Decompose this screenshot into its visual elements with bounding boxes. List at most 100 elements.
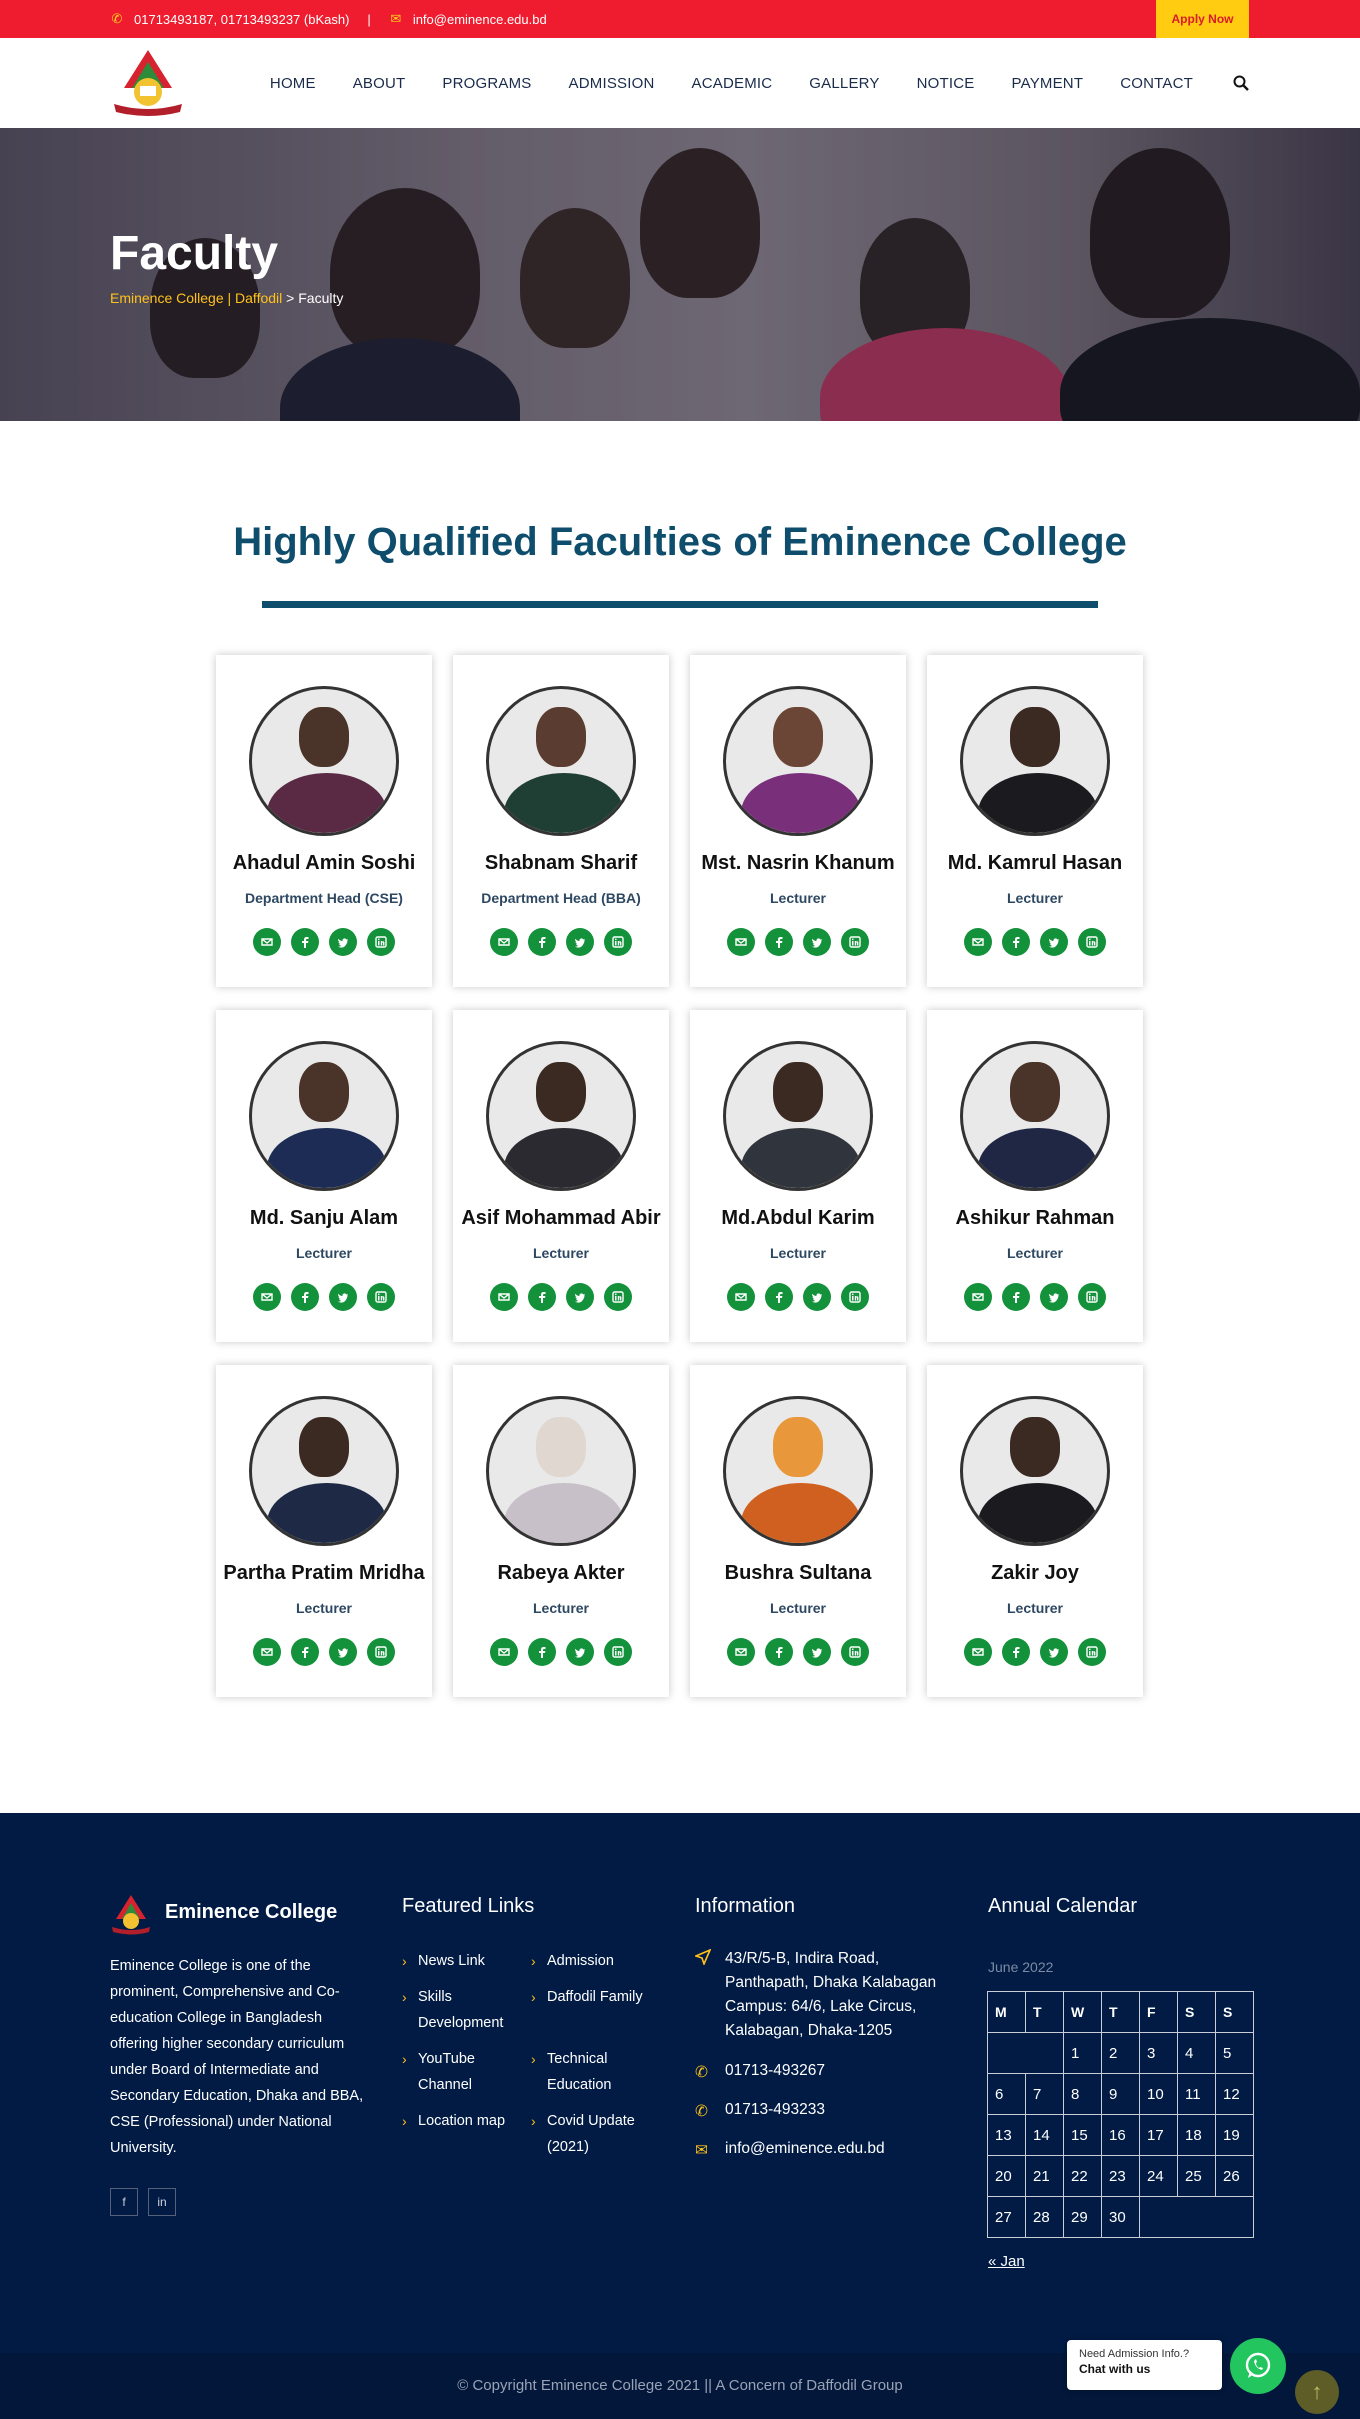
- main-nav: HOME ABOUT PROGRAMS ADMISSION ACADEMIC G…: [233, 38, 1249, 128]
- calendar-day: 18: [1177, 2114, 1216, 2156]
- chevron-right-icon: ›: [402, 2051, 407, 2067]
- search-icon[interactable]: [1233, 75, 1249, 91]
- nav-home[interactable]: HOME: [270, 75, 316, 92]
- facebook-icon[interactable]: [765, 928, 793, 956]
- twitter-icon[interactable]: [329, 1638, 357, 1666]
- twitter-icon[interactable]: [803, 1638, 831, 1666]
- nav-about[interactable]: ABOUT: [353, 75, 406, 92]
- linkedin-icon[interactable]: [604, 1283, 632, 1311]
- linkedin-icon[interactable]: [367, 928, 395, 956]
- top-bar: ✆ 01713493187, 01713493237 (bKash) | ✉ i…: [0, 0, 1360, 38]
- college-logo[interactable]: [110, 48, 186, 118]
- email-icon[interactable]: [490, 928, 518, 956]
- linkedin-icon[interactable]: [841, 1283, 869, 1311]
- email-icon[interactable]: [964, 1638, 992, 1666]
- facebook-icon[interactable]: [1002, 1638, 1030, 1666]
- twitter-icon[interactable]: [1040, 928, 1068, 956]
- facebook-icon[interactable]: [291, 1283, 319, 1311]
- envelope-icon: ✉: [390, 11, 402, 26]
- email-icon[interactable]: [727, 928, 755, 956]
- footer-link-location[interactable]: › Location map: [402, 2108, 538, 2134]
- nav-academic[interactable]: ACADEMIC: [692, 75, 773, 92]
- facebook-icon[interactable]: [1002, 928, 1030, 956]
- whatsapp-button[interactable]: [1230, 2338, 1286, 2394]
- footer-link-youtube[interactable]: › YouTube Channel: [402, 2046, 528, 2098]
- calendar-prev-link[interactable]: « Jan: [988, 2253, 1025, 2270]
- whatsapp-prompt-line2: Chat with us: [1079, 2362, 1151, 2376]
- linkedin-icon[interactable]: [1078, 1638, 1106, 1666]
- footer-email[interactable]: ✉ info@eminence.edu.bd: [695, 2137, 885, 2161]
- facebook-icon[interactable]: [291, 928, 319, 956]
- whatsapp-prompt[interactable]: Need Admission Info.? Chat with us: [1067, 2340, 1222, 2390]
- footer-link-covid[interactable]: › Covid Update (2021): [531, 2108, 647, 2160]
- linkedin-icon[interactable]: [1078, 928, 1106, 956]
- twitter-icon[interactable]: [329, 1283, 357, 1311]
- nav-admission[interactable]: ADMISSION: [569, 75, 655, 92]
- faculty-social-links: [727, 1283, 869, 1311]
- nav-payment[interactable]: PAYMENT: [1012, 75, 1084, 92]
- linkedin-icon[interactable]: [604, 1638, 632, 1666]
- calendar-day: 1: [1063, 2032, 1102, 2074]
- twitter-icon[interactable]: [803, 1283, 831, 1311]
- calendar-day: 21: [1025, 2155, 1064, 2197]
- linkedin-icon[interactable]: [367, 1638, 395, 1666]
- facebook-icon[interactable]: [1002, 1283, 1030, 1311]
- linkedin-icon[interactable]: [367, 1283, 395, 1311]
- email-icon[interactable]: [490, 1638, 518, 1666]
- facebook-icon[interactable]: [765, 1638, 793, 1666]
- footer-link-admission[interactable]: › Admission: [531, 1948, 657, 1974]
- faculty-role: Lecturer: [1006, 1245, 1064, 1261]
- email-icon[interactable]: [253, 1283, 281, 1311]
- topbar-email[interactable]: info@eminence.edu.bd: [413, 12, 547, 27]
- email-icon[interactable]: [727, 1283, 755, 1311]
- footer-link-technical[interactable]: › Technical Education: [531, 2046, 637, 2098]
- linkedin-icon[interactable]: [604, 928, 632, 956]
- twitter-icon[interactable]: [566, 928, 594, 956]
- twitter-icon[interactable]: [1040, 1638, 1068, 1666]
- facebook-icon[interactable]: [528, 1638, 556, 1666]
- twitter-icon[interactable]: [329, 928, 357, 956]
- faculty-social-links: [727, 928, 869, 956]
- location-arrow-icon: [695, 1949, 711, 1965]
- linkedin-icon[interactable]: in: [148, 2188, 176, 2216]
- calendar-day-header: S: [1215, 1991, 1254, 2033]
- linkedin-icon[interactable]: [841, 928, 869, 956]
- email-icon[interactable]: [727, 1638, 755, 1666]
- twitter-icon[interactable]: [566, 1638, 594, 1666]
- email-icon[interactable]: [964, 928, 992, 956]
- facebook-icon[interactable]: [765, 1283, 793, 1311]
- apply-now-button[interactable]: Apply Now: [1156, 0, 1249, 38]
- faculty-name: Md. Sanju Alam: [249, 1207, 399, 1229]
- nav-notice[interactable]: NOTICE: [917, 75, 975, 92]
- main-navbar: HOME ABOUT PROGRAMS ADMISSION ACADEMIC G…: [0, 38, 1360, 128]
- twitter-icon[interactable]: [566, 1283, 594, 1311]
- chevron-right-icon: ›: [402, 1989, 407, 2005]
- faculty-name: Mst. Nasrin Khanum: [701, 852, 895, 874]
- nav-gallery[interactable]: GALLERY: [809, 75, 879, 92]
- facebook-icon[interactable]: [528, 928, 556, 956]
- nav-contact[interactable]: CONTACT: [1120, 75, 1193, 92]
- nav-programs[interactable]: PROGRAMS: [442, 75, 531, 92]
- twitter-icon[interactable]: [1040, 1283, 1068, 1311]
- scroll-to-top-button[interactable]: ↑: [1295, 2370, 1339, 2414]
- facebook-icon[interactable]: [291, 1638, 319, 1666]
- topbar-phone[interactable]: 01713493187, 01713493237 (bKash): [134, 12, 349, 27]
- footer-phone-1[interactable]: ✆ 01713-493267: [695, 2059, 825, 2083]
- footer-phone-2[interactable]: ✆ 01713-493233: [695, 2098, 825, 2122]
- footer-link-daffodil[interactable]: › Daffodil Family: [531, 1984, 657, 2010]
- twitter-icon[interactable]: [803, 928, 831, 956]
- email-icon[interactable]: [964, 1283, 992, 1311]
- footer-link-news[interactable]: › News Link: [402, 1948, 528, 1974]
- facebook-icon[interactable]: [528, 1283, 556, 1311]
- facebook-icon[interactable]: f: [110, 2188, 138, 2216]
- footer-link-skills[interactable]: › Skills Development: [402, 1984, 528, 2036]
- faculty-social-links: [964, 1638, 1106, 1666]
- email-icon[interactable]: [253, 928, 281, 956]
- email-icon[interactable]: [490, 1283, 518, 1311]
- page-title: Faculty: [110, 227, 279, 280]
- linkedin-icon[interactable]: [841, 1638, 869, 1666]
- whatsapp-prompt-line1: Need Admission Info.?: [1079, 2348, 1190, 2360]
- breadcrumb-home-link[interactable]: Eminence College | Daffodil: [110, 290, 282, 306]
- email-icon[interactable]: [253, 1638, 281, 1666]
- linkedin-icon[interactable]: [1078, 1283, 1106, 1311]
